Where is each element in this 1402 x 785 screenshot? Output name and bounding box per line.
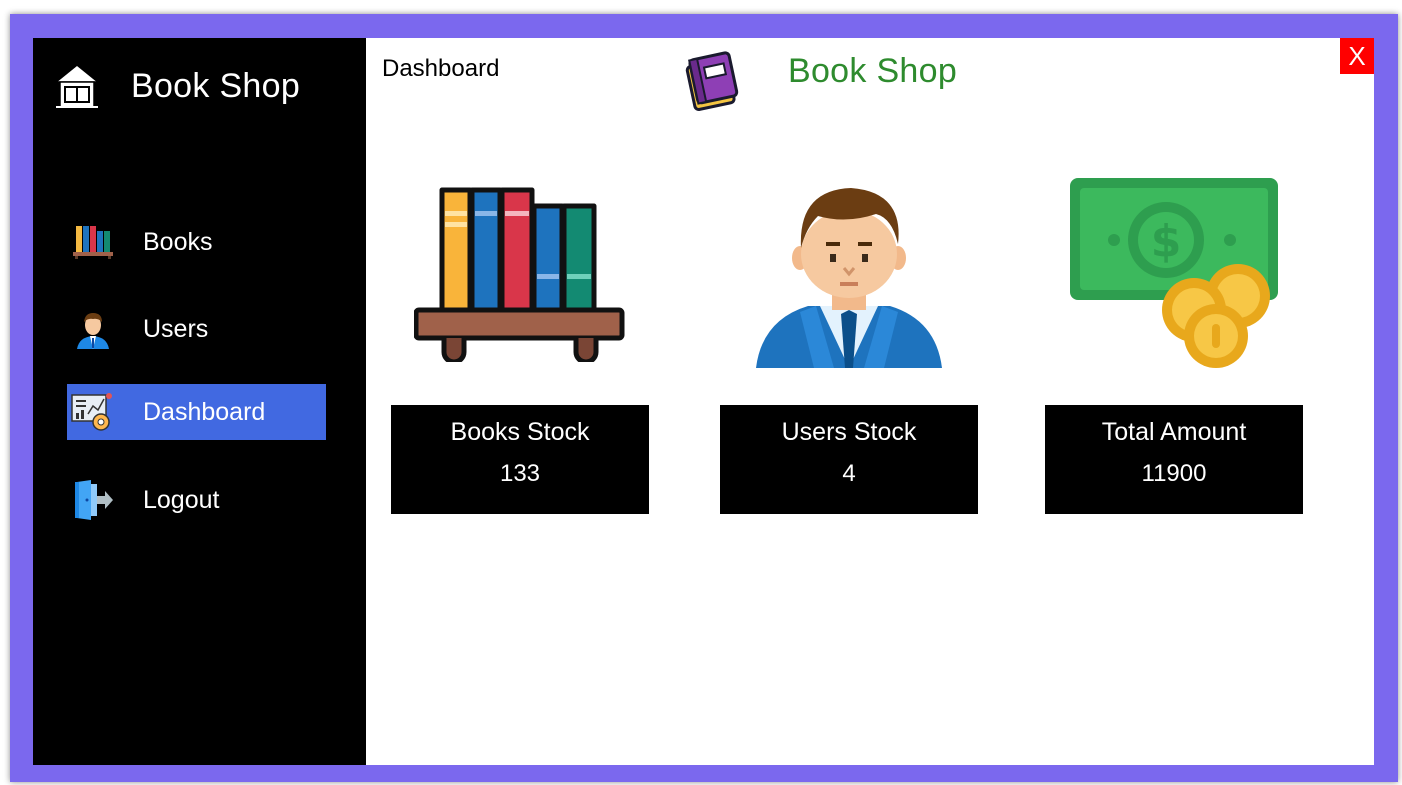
money-coins-illustration: $ (1070, 178, 1278, 368)
sidebar-item-dashboard[interactable]: Dashboard (67, 384, 326, 440)
svg-text:$: $ (1151, 216, 1182, 267)
book-icon (685, 51, 739, 111)
dashboard-chart-icon (71, 390, 115, 434)
stat-value: 11900 (1141, 460, 1207, 487)
sidebar-item-label: Users (143, 314, 209, 343)
close-button[interactable]: X (1340, 38, 1374, 74)
businessman-illustration (756, 188, 942, 368)
stat-label: Users Stock (781, 418, 917, 446)
house-book-icon (53, 64, 101, 108)
sidebar-item-label: Dashboard (143, 397, 266, 426)
stat-card-total-amount: Total Amount 11900 (1045, 405, 1303, 514)
stat-card-users-stock: Users Stock 4 (720, 405, 978, 514)
sidebar: Book Shop Books Users Dashboard Logout (33, 38, 366, 765)
logout-door-icon (71, 478, 115, 522)
bookshelf-icon (71, 220, 115, 264)
header-title: Book Shop (788, 52, 958, 90)
sidebar-item-label: Books (143, 227, 213, 256)
bookshelf-illustration (414, 187, 625, 362)
sidebar-item-logout[interactable]: Logout (67, 472, 326, 528)
main-content: Dashboard Book Shop X $ Books Stock 133 … (366, 38, 1374, 765)
sidebar-brand-title: Book Shop (131, 66, 301, 105)
stat-value: 133 (499, 460, 541, 487)
sidebar-item-books[interactable]: Books (67, 214, 326, 270)
stat-label: Total Amount (1101, 418, 1247, 446)
sidebar-item-label: Logout (143, 485, 220, 514)
user-icon (71, 307, 115, 351)
sidebar-brand: Book Shop (53, 56, 300, 116)
sidebar-item-users[interactable]: Users (67, 301, 326, 357)
stat-card-books-stock: Books Stock 133 (391, 405, 649, 514)
stat-value: 4 (842, 460, 856, 487)
stat-label: Books Stock (450, 418, 590, 446)
page-title: Dashboard (382, 55, 500, 82)
